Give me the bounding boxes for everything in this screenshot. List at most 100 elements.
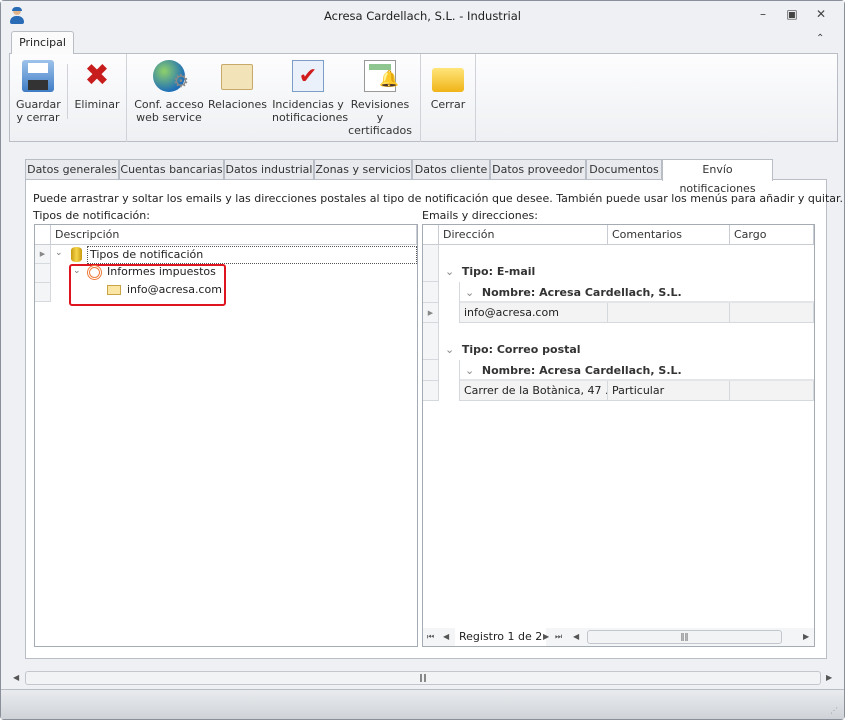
- group-row-tipo-email[interactable]: ⌄ Tipo: E-mail: [445, 265, 535, 278]
- cell-direccion[interactable]: Carrer de la Botànica, 47 ...: [460, 381, 608, 401]
- button-label: Relaciones: [208, 98, 268, 111]
- tab-envio-notificaciones[interactable]: Envío notificaciones: [662, 159, 773, 195]
- tab-cuentas-bancarias[interactable]: Cuentas bancarias: [119, 159, 224, 180]
- row-indicator: [423, 360, 439, 381]
- row-indicator: [423, 245, 439, 282]
- chevron-down-icon[interactable]: ⌄: [55, 248, 63, 258]
- chevron-down-icon: ⌄: [465, 286, 475, 299]
- tab-panel: Puede arrastrar y soltar los emails y la…: [25, 179, 843, 659]
- ribbon-tab-principal[interactable]: Principal: [11, 31, 74, 54]
- clipboard-check-icon: ✔: [292, 60, 324, 92]
- row-header-corner: [423, 225, 439, 245]
- button-label: Incidencias y: [272, 98, 344, 111]
- cell-comentarios[interactable]: [608, 303, 730, 323]
- envelope-icon: [107, 285, 121, 295]
- tab-datos-generales[interactable]: Datos generales: [25, 159, 119, 180]
- tree-node-email[interactable]: info@acresa.com: [127, 283, 222, 296]
- delete-icon: ✖: [84, 58, 110, 93]
- folder-exit-icon: [432, 68, 464, 92]
- close-form-button[interactable]: Cerrar: [428, 60, 468, 111]
- tab-documentos[interactable]: Documentos: [586, 159, 662, 180]
- tab-datos-industrial[interactable]: Datos industrial: [224, 159, 314, 180]
- column-header-cargo[interactable]: Cargo: [730, 225, 814, 245]
- column-header-direccion[interactable]: Dirección: [439, 225, 608, 245]
- window: Acresa Cardellach, S.L. - Industrial – ▣…: [0, 0, 845, 720]
- close-button[interactable]: ✕: [810, 7, 832, 25]
- prev-record-button[interactable]: ◀: [443, 632, 449, 641]
- tree-node-informes[interactable]: Informes impuestos: [107, 265, 216, 278]
- row-indicator: [423, 381, 439, 401]
- resize-grip-icon[interactable]: ⋰: [830, 706, 838, 715]
- chevron-down-icon: ⌄: [445, 343, 455, 356]
- row-indicator: ▶: [35, 245, 51, 264]
- group-label: Tipo: Correo postal: [461, 343, 581, 356]
- column-header-comentarios[interactable]: Comentarios: [608, 225, 730, 245]
- emails-addresses-label: Emails y direcciones:: [422, 209, 538, 222]
- tab-zonas-servicios[interactable]: Zonas y servicios: [314, 159, 412, 180]
- window-title: Acresa Cardellach, S.L. - Industrial: [324, 9, 521, 23]
- button-label: Guardar: [16, 98, 61, 111]
- group-row-nombre[interactable]: ⌄ Nombre: Acresa Cardellach, S.L.: [465, 286, 682, 299]
- incidences-button[interactable]: ✔ Incidencias y notificaciones: [272, 60, 349, 124]
- cell-direccion[interactable]: info@acresa.com: [460, 303, 608, 323]
- button-label: notificaciones: [272, 111, 349, 124]
- cell-comentarios[interactable]: Particular: [608, 381, 730, 401]
- group-indent: [439, 282, 460, 323]
- save-close-button[interactable]: Guardar y cerrar: [16, 60, 61, 124]
- save-icon: [22, 60, 54, 92]
- broadcast-icon: [87, 265, 102, 280]
- cell-cargo[interactable]: [730, 303, 814, 323]
- emails-grid[interactable]: Dirección Comentarios Cargo ⌄ Tipo: E-ma…: [422, 224, 815, 647]
- row-indicator: [35, 283, 51, 302]
- contacts-card-icon: [221, 64, 253, 90]
- document-bell-icon: 🔔: [364, 60, 399, 92]
- record-counter: Registro 1 de 2: [455, 628, 547, 646]
- tree-node-root[interactable]: Tipos de notificación: [87, 246, 417, 264]
- web-service-config-button[interactable]: ⚙ Conf. acceso web service: [134, 60, 204, 124]
- button-label: Conf. acceso: [134, 98, 204, 111]
- grid-navigator: ⏮ ◀ Registro 1 de 2 ▶ ⏭ ◀ ‖‖ ▶: [423, 628, 814, 646]
- notification-types-label: Tipos de notificación:: [33, 209, 150, 222]
- notification-types-tree[interactable]: Descripción ▶ ⌄ Tipos de notificación ⌄ …: [34, 224, 418, 647]
- chevron-down-icon[interactable]: ⌄: [73, 266, 81, 276]
- group-label: Nombre: Acresa Cardellach, S.L.: [481, 364, 682, 377]
- row-indicator: [423, 323, 439, 360]
- form-horizontal-scrollbar[interactable]: ◀ ‖‖ ▶: [9, 669, 838, 687]
- scroll-left-button[interactable]: ◀: [573, 632, 579, 641]
- scroll-right-button[interactable]: ▶: [826, 673, 832, 682]
- button-label: certificados: [348, 124, 412, 137]
- restore-button[interactable]: ▣: [781, 7, 803, 25]
- collapse-ribbon-button[interactable]: ⌃: [816, 33, 824, 44]
- row-indicator: [423, 282, 439, 303]
- next-record-button[interactable]: ▶: [543, 632, 549, 641]
- delete-button[interactable]: ✖ Eliminar: [74, 58, 120, 112]
- group-row-tipo-postal[interactable]: ⌄ Tipo: Correo postal: [445, 343, 581, 356]
- row-indicator: ▶: [423, 303, 439, 323]
- button-label: Cerrar: [430, 98, 466, 111]
- horizontal-scrollbar-thumb[interactable]: ‖‖: [587, 630, 782, 644]
- minimize-button[interactable]: –: [752, 7, 774, 25]
- ribbon: Guardar y cerrar ✖ Eliminar ⚙ Conf. acces…: [9, 53, 838, 142]
- revisions-button[interactable]: 🔔 Revisiones y certificados: [347, 60, 413, 137]
- button-label: y cerrar: [16, 111, 60, 124]
- scroll-left-button[interactable]: ◀: [13, 673, 19, 682]
- scroll-right-button[interactable]: ▶: [803, 632, 809, 641]
- group-label: Nombre: Acresa Cardellach, S.L.: [481, 286, 682, 299]
- database-icon: [71, 247, 82, 262]
- tab-datos-cliente[interactable]: Datos cliente: [412, 159, 490, 180]
- group-label: Tipo: E-mail: [461, 265, 536, 278]
- title-bar: Acresa Cardellach, S.L. - Industrial – ▣…: [1, 1, 844, 31]
- cell-cargo[interactable]: [730, 381, 814, 401]
- first-record-button[interactable]: ⏮: [427, 632, 434, 642]
- horizontal-scrollbar-thumb[interactable]: ‖‖: [25, 671, 821, 685]
- group-row-nombre[interactable]: ⌄ Nombre: Acresa Cardellach, S.L.: [465, 364, 682, 377]
- status-bar: ⋰: [1, 689, 844, 719]
- column-header-descripcion[interactable]: Descripción: [51, 225, 417, 245]
- group-indent: [439, 360, 460, 401]
- chevron-down-icon: ⌄: [445, 265, 455, 278]
- row-indicator: [35, 264, 51, 283]
- tab-datos-proveedor[interactable]: Datos proveedor: [490, 159, 586, 180]
- relations-button[interactable]: Relaciones: [208, 60, 268, 111]
- globe-gear-icon: ⚙: [153, 60, 189, 92]
- last-record-button[interactable]: ⏭: [555, 632, 562, 642]
